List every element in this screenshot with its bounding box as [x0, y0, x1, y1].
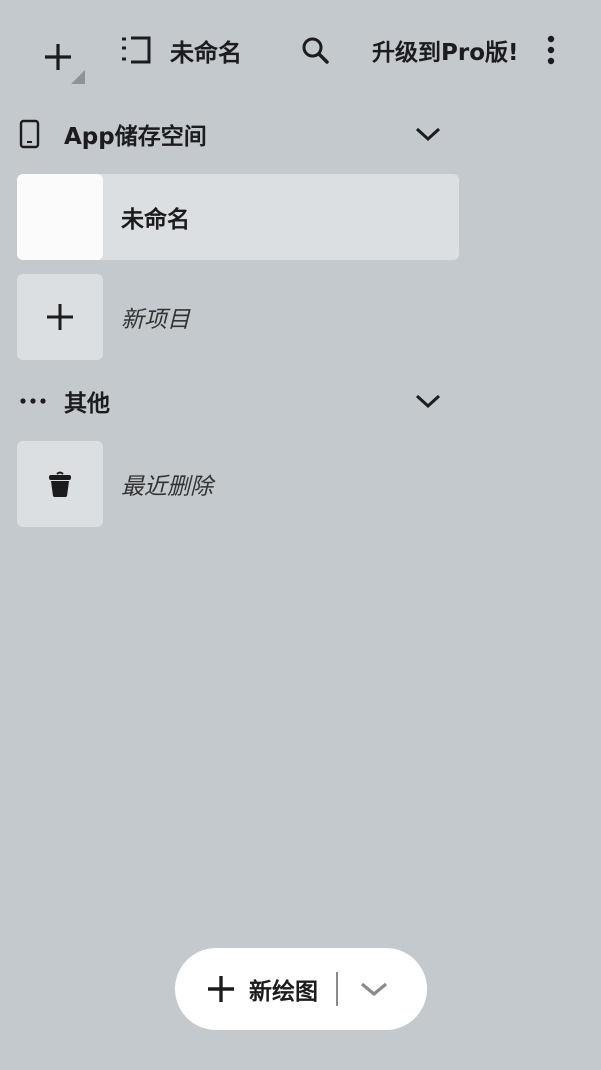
list-item-label: 未命名: [121, 207, 190, 233]
phone-icon: [19, 119, 40, 149]
more-menu-button[interactable]: [536, 30, 566, 70]
new-item-label: 新项目: [121, 307, 190, 333]
trash-icon: [49, 471, 71, 497]
top-toolbar: 未命名 升级到Pro版!: [0, 0, 601, 100]
section-header-app-storage[interactable]: App储存空间: [18, 111, 458, 157]
more-vertical-icon: [547, 35, 555, 65]
new-drawing-label: 新绘图: [249, 979, 318, 1005]
chevron-down-icon: [415, 127, 441, 142]
chevron-down-icon: [415, 394, 441, 409]
section-label-app-storage: App储存空间: [64, 124, 207, 150]
document-thumbnail: [17, 174, 103, 260]
search-button[interactable]: [296, 30, 334, 70]
list-item-label: 最近删除: [121, 474, 213, 500]
plus-icon: [47, 304, 73, 330]
search-icon: [302, 37, 329, 64]
new-drawing-fab: 新绘图: [175, 948, 427, 1030]
new-item-button[interactable]: 新项目: [17, 274, 190, 360]
section-label-other: 其他: [64, 391, 110, 417]
list-item-recently-deleted[interactable]: 最近删除: [17, 441, 213, 527]
section-header-other[interactable]: 其他: [18, 378, 458, 424]
list-item-document[interactable]: 未命名: [17, 174, 459, 260]
plus-icon: [45, 44, 71, 70]
new-drawing-options-button[interactable]: [338, 948, 410, 1030]
upgrade-pro-button[interactable]: 升级到Pro版!: [372, 30, 519, 70]
new-drawing-button[interactable]: 新绘图: [175, 948, 318, 1030]
document-title: 未命名: [170, 38, 242, 67]
outline-list-icon: [122, 36, 151, 64]
document-title-button[interactable]: 未命名: [120, 30, 242, 70]
add-button[interactable]: [28, 28, 88, 86]
more-horizontal-icon: [20, 398, 46, 404]
add-menu-corner-indicator: [71, 70, 85, 84]
plus-icon: [208, 976, 234, 1002]
chevron-down-icon: [360, 982, 388, 997]
